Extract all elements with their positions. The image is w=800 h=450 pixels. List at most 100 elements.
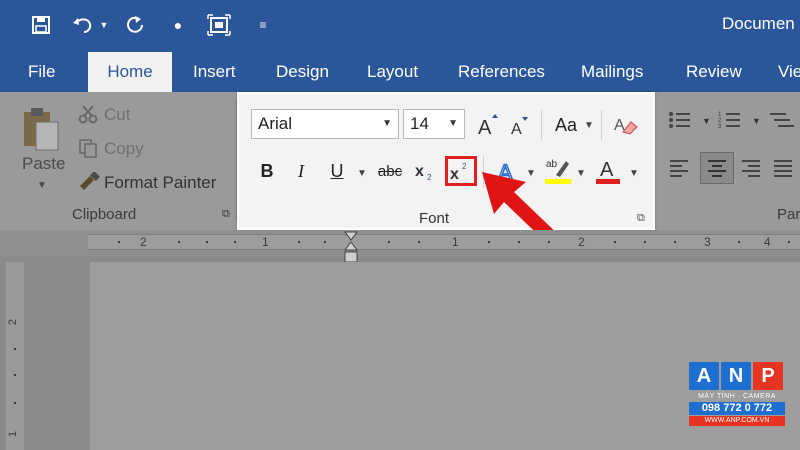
ruler-tick xyxy=(644,241,646,243)
logo-subtitle: MÁY TÍNH · CAMERA xyxy=(698,393,776,400)
font-separator xyxy=(601,110,602,140)
svg-text:3: 3 xyxy=(718,124,722,130)
ruler-tick xyxy=(488,241,490,243)
ruler-bar: 2 1 1 2 3 4 xyxy=(88,234,800,250)
align-right-icon[interactable] xyxy=(740,158,762,183)
font-dialog-launcher-icon[interactable]: ⧉ xyxy=(637,212,645,225)
tab-design[interactable]: Design xyxy=(276,60,329,92)
svg-text:A: A xyxy=(600,159,614,181)
font-name-dropdown-icon[interactable]: ▼ xyxy=(382,110,392,138)
paragraph-group-label: Par xyxy=(777,206,800,223)
ruler-tick xyxy=(14,348,16,350)
svg-text:A: A xyxy=(511,121,522,136)
justify-icon[interactable] xyxy=(772,158,794,183)
font-separator xyxy=(541,110,542,140)
vertical-ruler-number: 2 xyxy=(7,318,20,326)
subscript-icon[interactable]: x2 xyxy=(413,158,439,184)
ruler-number: 1 xyxy=(452,235,459,249)
ruler-number: 4 xyxy=(764,235,771,249)
ruler-tick xyxy=(178,241,180,243)
font-group-label: Font xyxy=(419,210,450,227)
align-center-icon[interactable] xyxy=(700,152,734,184)
ruler-tick xyxy=(234,241,236,243)
superscript-highlight-box xyxy=(445,156,477,186)
copy-icon[interactable] xyxy=(78,138,98,163)
shrink-font-icon[interactable]: A xyxy=(507,112,531,138)
ruler-tick xyxy=(674,241,676,243)
change-case-button[interactable]: Aa xyxy=(551,112,581,138)
font-size-combo[interactable]: 14 ▼ xyxy=(403,109,465,139)
logo-letter: N xyxy=(721,362,751,390)
tab-file[interactable]: File xyxy=(28,60,55,92)
ruler-tick xyxy=(418,241,420,243)
tab-insert[interactable]: Insert xyxy=(193,60,236,92)
bullets-icon[interactable] xyxy=(668,110,698,135)
cut-icon[interactable] xyxy=(78,104,98,129)
indent-marker-icon[interactable] xyxy=(343,230,359,264)
customize-toolbar-icon[interactable]: ≡ xyxy=(256,10,270,40)
tab-mailings[interactable]: Mailings xyxy=(581,60,643,92)
tab-review[interactable]: Review xyxy=(686,60,742,92)
font-name-combo[interactable]: Arial ▼ xyxy=(251,109,399,139)
underline-button[interactable]: U xyxy=(325,158,349,184)
save-icon[interactable] xyxy=(30,10,52,40)
font-size-value: 14 xyxy=(410,114,429,133)
print-preview-icon[interactable] xyxy=(206,10,232,40)
clipboard-launcher-icon[interactable]: ⧉ xyxy=(222,208,230,221)
vertical-ruler-number: 1 xyxy=(7,430,20,438)
redo-icon[interactable] xyxy=(124,10,146,40)
ruler-number: 1 xyxy=(262,235,269,249)
anp-logo: A N P MÁY TÍNH · CAMERA 098 772 0 772 WW… xyxy=(689,362,785,426)
multilevel-list-icon[interactable] xyxy=(768,110,798,135)
cut-button[interactable]: Cut xyxy=(104,105,130,125)
ruler-tick xyxy=(206,241,208,243)
align-left-icon[interactable] xyxy=(668,158,690,183)
ruler-number: 3 xyxy=(704,235,711,249)
change-case-dropdown-icon[interactable]: ▼ xyxy=(584,120,594,131)
font-size-dropdown-icon[interactable]: ▼ xyxy=(448,110,458,138)
strikethrough-button[interactable]: abc xyxy=(375,158,405,184)
paste-dropdown-icon[interactable]: ▼ xyxy=(37,180,47,191)
ruler-number: 2 xyxy=(578,235,585,249)
logo-phone: 098 772 0 772 xyxy=(689,402,785,415)
font-color-dropdown-icon[interactable]: ▼ xyxy=(629,168,639,179)
ruler-tick xyxy=(14,402,16,404)
paste-icon[interactable] xyxy=(20,106,62,157)
svg-text:A: A xyxy=(478,117,492,136)
bold-button[interactable]: B xyxy=(255,158,279,184)
numbering-dropdown-icon[interactable]: ▼ xyxy=(752,116,761,126)
ruler-tick xyxy=(14,374,16,376)
ruler-tick xyxy=(118,241,120,243)
bullets-dropdown-icon[interactable]: ▼ xyxy=(702,116,711,126)
grow-font-icon[interactable]: A xyxy=(475,110,501,138)
format-painter-icon[interactable] xyxy=(78,171,100,197)
tab-view[interactable]: Vie xyxy=(778,60,800,92)
ruler-tick xyxy=(298,241,300,243)
title-bar: ▼ ● ≡ Documen xyxy=(0,0,800,52)
undo-dropdown-icon[interactable]: ▼ xyxy=(98,10,110,40)
tab-home[interactable]: Home xyxy=(88,52,172,92)
tab-references[interactable]: References xyxy=(458,60,545,92)
tab-layout[interactable]: Layout xyxy=(367,60,418,92)
ruler-tick xyxy=(388,241,390,243)
paste-button[interactable]: Paste xyxy=(22,154,65,174)
italic-button[interactable]: I xyxy=(289,158,313,184)
underline-dropdown-icon[interactable]: ▼ xyxy=(357,168,367,179)
logo-letter: A xyxy=(689,362,719,390)
undo-icon[interactable] xyxy=(72,10,94,40)
svg-text:2: 2 xyxy=(427,173,432,182)
format-painter-button[interactable]: Format Painter xyxy=(104,173,216,193)
ruler-tick xyxy=(548,241,550,243)
logo-website: WWW.ANP.COM.VN xyxy=(689,416,785,426)
numbering-icon[interactable]: 123 xyxy=(718,110,748,135)
highlight-color-dropdown-icon[interactable]: ▼ xyxy=(576,168,586,179)
vertical-ruler: 2 1 xyxy=(6,262,24,450)
logo-letter: P xyxy=(753,362,783,390)
font-color-icon[interactable]: A xyxy=(593,154,623,186)
clear-formatting-icon[interactable]: A xyxy=(611,110,641,138)
copy-button[interactable]: Copy xyxy=(104,139,144,159)
ruler-tick xyxy=(788,241,790,243)
touch-mode-icon[interactable]: ● xyxy=(172,10,184,40)
clipboard-group-label: Clipboard xyxy=(72,206,137,223)
ruler-number: 2 xyxy=(140,235,147,249)
